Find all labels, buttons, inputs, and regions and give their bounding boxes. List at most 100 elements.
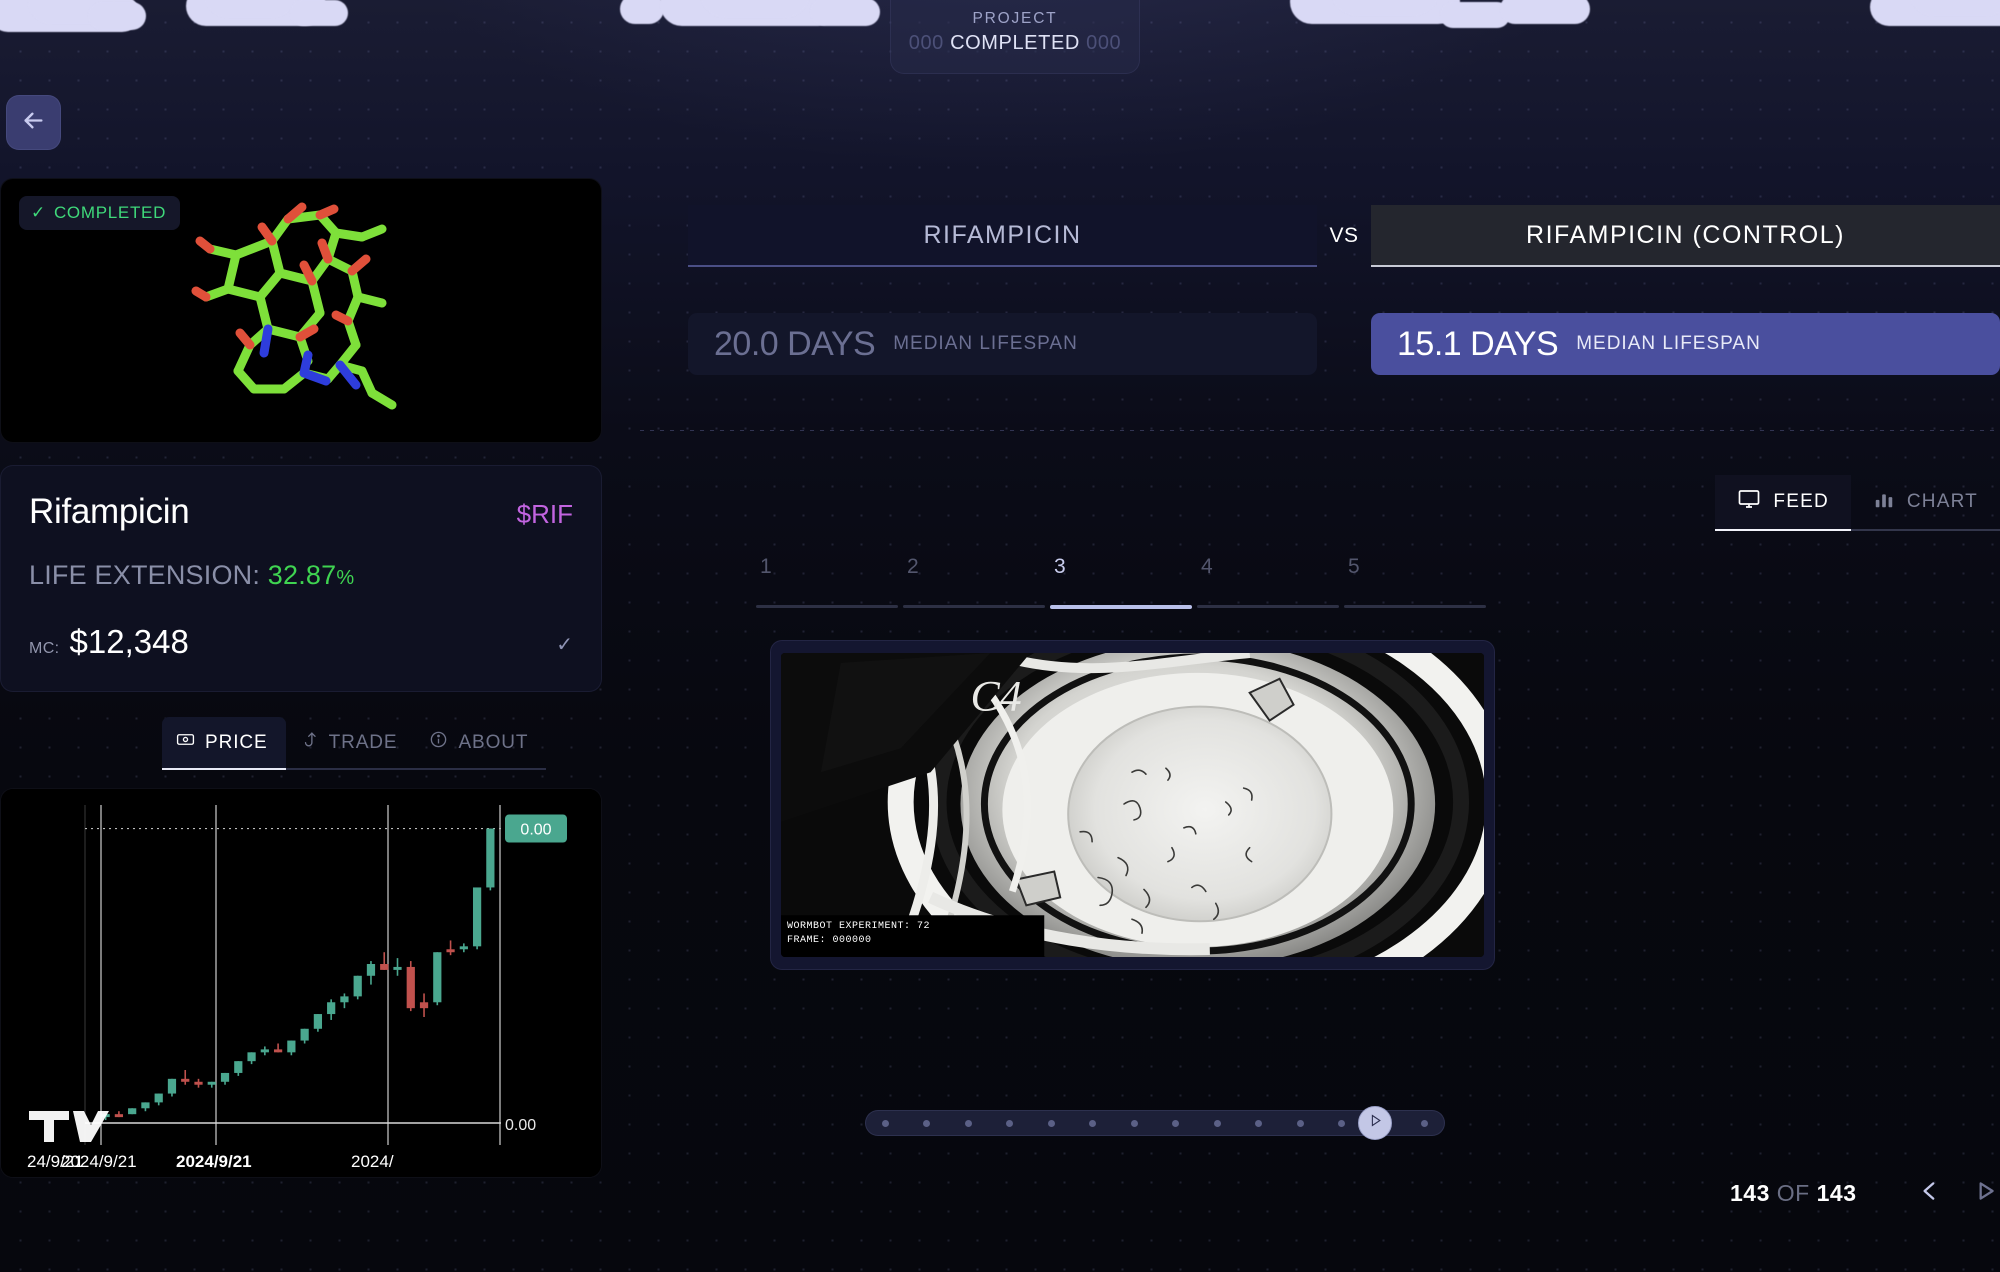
compare-left-name[interactable]: RIFAMPICIN [688, 205, 1317, 267]
frame-total: 143 [1816, 1180, 1857, 1206]
market-cap-value: $12,348 [69, 623, 189, 660]
step-tab-5-label: 5 [1348, 555, 1360, 578]
app-root: PROJECT 000 COMPLETED 000 ✓ COMPLETED Ri… [0, 0, 2000, 1272]
median-lifespan-row: 20.0 DAYS MEDIAN LIFESPAN 15.1 DAYS MEDI… [688, 313, 2000, 375]
step-tab-3[interactable]: 3 [1050, 555, 1192, 609]
step-tab-1[interactable]: 1 [756, 555, 898, 609]
scrubber-dot[interactable] [964, 1119, 972, 1127]
left-tabs: PRICE TRADE ABOUT [0, 717, 602, 770]
tab-price-label: PRICE [205, 731, 268, 753]
svg-text:2024/9/21: 2024/9/21 [176, 1152, 252, 1171]
svg-text:0.00: 0.00 [520, 822, 551, 839]
life-extension-unit: % [336, 567, 355, 589]
scrubber-dot[interactable] [1089, 1119, 1097, 1127]
life-extension-row: LIFE EXTENSION: 32.87% [29, 560, 573, 591]
verified-check-icon: ✓ [556, 634, 573, 656]
scrubber-dot[interactable] [1006, 1119, 1014, 1127]
play-triangle-icon [1972, 1178, 1998, 1209]
plate-label: C4 [970, 673, 1021, 721]
tab-feed[interactable]: FEED [1715, 475, 1851, 531]
status-badge-label: COMPLETED [53, 203, 167, 222]
section-divider [640, 430, 2000, 431]
view-toggle: FEED CHART [1715, 475, 2000, 531]
tab-about[interactable]: ABOUT [415, 717, 547, 770]
scrubber-dot[interactable] [1047, 1119, 1055, 1127]
tab-feed-label: FEED [1773, 491, 1829, 512]
check-icon: ✓ [31, 203, 46, 222]
scrubber-dot[interactable] [1337, 1119, 1345, 1127]
step-tab-4-label: 4 [1201, 555, 1213, 578]
trade-arrow-icon [300, 730, 319, 755]
frame-current: 143 [1730, 1180, 1770, 1206]
back-button[interactable] [6, 95, 61, 150]
molecule-svg [191, 202, 397, 410]
tab-chart-label: CHART [1906, 491, 1978, 512]
tab-trade[interactable]: TRADE [285, 717, 416, 770]
drug-title-row: Rifampicin $RIF [29, 492, 573, 532]
step-tabs: 1 2 3 4 5 [756, 555, 1486, 609]
tab-price[interactable]: PRICE [162, 717, 286, 770]
median-lifespan-left: 20.0 DAYS MEDIAN LIFESPAN [688, 313, 1317, 375]
comparison-header: RIFAMPICIN VS RIFAMPICIN (CONTROL) [688, 205, 2000, 267]
scrubber-dot[interactable] [1296, 1119, 1304, 1127]
prev-frame-button[interactable] [1915, 1178, 1945, 1208]
video-overlay-experiment: WORMBOT EXPERIMENT: 72 [787, 921, 931, 932]
median-lifespan-left-value: 20.0 DAYS [714, 324, 876, 363]
median-lifespan-left-label: MEDIAN LIFESPAN [893, 333, 1078, 354]
step-tab-5-underline [1344, 605, 1486, 608]
drug-name: Rifampicin [29, 492, 190, 531]
step-tab-2-underline [903, 605, 1045, 608]
step-tab-1-label: 1 [760, 555, 772, 578]
life-extension-value: 32.87 [267, 560, 337, 590]
price-chart-card[interactable]: 0.00 0.00 24/9/21 2024/9/21 2024/9/21 2024/ [0, 788, 602, 1178]
wormbot-plate-image: C4 [781, 653, 1484, 957]
median-lifespan-right-label: MEDIAN LIFESPAN [1576, 333, 1761, 354]
bar-chart-icon [1873, 488, 1895, 516]
molecule-viewer-card: ✓ COMPLETED [0, 178, 602, 443]
step-tab-2[interactable]: 2 [903, 555, 1045, 609]
status-badge: ✓ COMPLETED [19, 196, 181, 230]
tab-chart[interactable]: CHART [1850, 475, 2000, 531]
scrubber-dot[interactable] [1213, 1119, 1221, 1127]
scrubber-dot[interactable] [882, 1119, 889, 1127]
svg-text:2024/: 2024/ [351, 1152, 394, 1171]
step-tab-2-label: 2 [907, 555, 919, 578]
video-surface: C4 WORMBOT EXPERIMENT: 72 FRAME: 000000 [781, 653, 1484, 957]
left-panel: ✓ COMPLETED Rifampicin $RIF LIFE EXTENSI… [0, 178, 602, 1178]
tab-about-label: ABOUT [458, 731, 529, 753]
chevron-left-icon [1917, 1178, 1943, 1209]
info-icon [429, 730, 448, 755]
life-extension-label: LIFE EXTENSION: [29, 560, 261, 590]
step-tab-4[interactable]: 4 [1197, 555, 1339, 609]
median-lifespan-right-value: 15.1 DAYS [1397, 324, 1559, 363]
compare-vs-label: VS [1329, 224, 1359, 247]
scrubber-dot[interactable] [923, 1119, 931, 1127]
play-button[interactable] [1970, 1178, 2000, 1208]
frame-counter: 143 OF 143 [1730, 1180, 1856, 1207]
scrubber-dot[interactable] [1172, 1119, 1180, 1127]
step-tab-3-underline [1050, 605, 1192, 609]
current-price-tag: 0.00 [505, 814, 567, 843]
median-lifespan-right: 15.1 DAYS MEDIAN LIFESPAN [1371, 313, 2000, 375]
drug-info-card: Rifampicin $RIF LIFE EXTENSION: 32.87% M… [0, 465, 602, 692]
scrubber-dot[interactable] [1255, 1119, 1263, 1127]
monitor-icon [1737, 487, 1761, 517]
svg-text:0.00: 0.00 [505, 1117, 536, 1134]
market-cap-row: MC: $12,348 [29, 623, 573, 661]
market-cap-label: MC: [29, 640, 60, 657]
scrubber-play-knob[interactable] [1358, 1106, 1392, 1140]
right-panel: RIFAMPICIN VS RIFAMPICIN (CONTROL) 20.0 … [640, 0, 2000, 1272]
scrubber-dot[interactable] [1420, 1119, 1428, 1127]
frame-of-label: OF [1776, 1180, 1810, 1206]
playback-controls [1915, 1178, 2000, 1208]
step-tab-5[interactable]: 5 [1344, 555, 1486, 609]
scrubber-dot[interactable] [1130, 1119, 1138, 1127]
video-player-frame[interactable]: C4 WORMBOT EXPERIMENT: 72 FRAME: 000000 [770, 640, 1495, 970]
tab-trade-label: TRADE [328, 731, 398, 753]
drug-ticker[interactable]: $RIF [517, 499, 573, 530]
step-tab-4-underline [1197, 605, 1339, 608]
step-tab-3-label: 3 [1054, 555, 1066, 578]
money-icon [176, 730, 195, 755]
step-tab-1-underline [756, 605, 898, 608]
compare-right-name[interactable]: RIFAMPICIN (CONTROL) [1371, 205, 2000, 267]
